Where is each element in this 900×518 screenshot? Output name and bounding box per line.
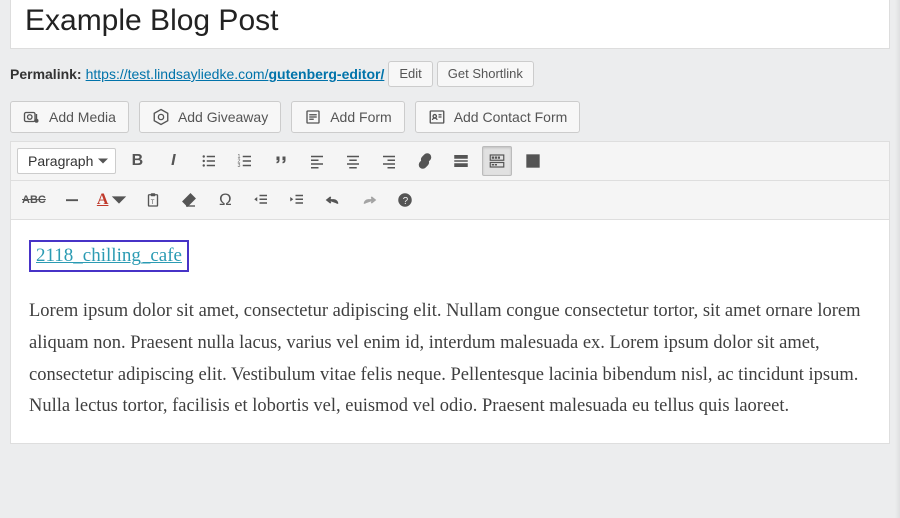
bold-button[interactable]: B xyxy=(122,146,152,176)
strikethrough-button[interactable]: ABC xyxy=(17,185,51,215)
blockquote-button[interactable] xyxy=(266,146,296,176)
undo-button[interactable] xyxy=(318,185,348,215)
add-giveaway-label: Add Giveaway xyxy=(178,109,268,125)
paste-text-button[interactable]: T xyxy=(138,185,168,215)
bullet-list-button[interactable] xyxy=(194,146,224,176)
toolbar-row-2: ABC A T Ω ? xyxy=(11,181,889,220)
permalink-base: https://test.lindsayliedke.com/ xyxy=(86,66,269,82)
align-right-button[interactable] xyxy=(374,146,404,176)
add-media-button[interactable]: Add Media xyxy=(10,101,129,133)
get-shortlink-button[interactable]: Get Shortlink xyxy=(437,61,534,87)
add-media-label: Add Media xyxy=(49,109,116,125)
post-title-field[interactable]: Example Blog Post xyxy=(10,0,890,49)
camera-music-icon xyxy=(23,108,41,126)
align-right-icon xyxy=(380,152,398,170)
link-button[interactable] xyxy=(410,146,440,176)
clipboard-icon: T xyxy=(144,191,162,209)
align-left-button[interactable] xyxy=(302,146,332,176)
permalink-label: Permalink: xyxy=(10,66,82,82)
number-list-button[interactable]: 123 xyxy=(230,146,260,176)
fullscreen-icon xyxy=(524,152,542,170)
bullet-list-icon xyxy=(200,152,218,170)
hr-icon xyxy=(63,191,81,209)
shortcode-link[interactable]: 2118_chilling_cafe xyxy=(36,245,182,266)
permalink-link[interactable]: https://test.lindsayliedke.com/gutenberg… xyxy=(86,66,385,82)
contact-form-icon xyxy=(428,108,446,126)
svg-text:?: ? xyxy=(403,196,409,207)
shortcode-highlight: 2118_chilling_cafe xyxy=(29,240,189,272)
svg-text:T: T xyxy=(151,200,155,206)
fullscreen-button[interactable] xyxy=(518,146,548,176)
toolbar-toggle-icon xyxy=(488,152,506,170)
link-icon xyxy=(416,152,434,170)
outdent-button[interactable] xyxy=(246,185,276,215)
add-contact-form-button[interactable]: Add Contact Form xyxy=(415,101,581,133)
eraser-icon xyxy=(180,191,198,209)
indent-button[interactable] xyxy=(282,185,312,215)
add-contact-form-label: Add Contact Form xyxy=(454,109,568,125)
number-list-icon: 123 xyxy=(236,152,254,170)
insert-more-button[interactable] xyxy=(446,146,476,176)
format-select[interactable]: Paragraph xyxy=(17,148,116,174)
add-form-label: Add Form xyxy=(330,109,391,125)
special-char-button[interactable]: Ω xyxy=(210,185,240,215)
svg-text:3: 3 xyxy=(238,163,241,169)
align-left-icon xyxy=(308,152,326,170)
align-center-button[interactable] xyxy=(338,146,368,176)
form-icon xyxy=(304,108,322,126)
toolbar-toggle-button[interactable] xyxy=(482,146,512,176)
redo-button[interactable] xyxy=(354,185,384,215)
permalink-slug: gutenberg-editor/ xyxy=(268,66,384,82)
align-center-icon xyxy=(344,152,362,170)
panel-edge xyxy=(895,0,900,518)
editor-wrap: Paragraph B I 123 ABC A T Ω ? 2118_chill… xyxy=(10,141,890,444)
format-select-value: Paragraph xyxy=(28,153,93,169)
add-form-button[interactable]: Add Form xyxy=(291,101,404,133)
outdent-icon xyxy=(252,191,270,209)
editor-content[interactable]: 2118_chilling_cafe Lorem ipsum dolor sit… xyxy=(11,220,889,443)
permalink-row: Permalink: https://test.lindsayliedke.co… xyxy=(10,61,890,87)
help-icon: ? xyxy=(396,191,414,209)
clear-format-button[interactable] xyxy=(174,185,204,215)
media-buttons-row: Add Media Add Giveaway Add Form Add Cont… xyxy=(10,101,890,133)
text-color-button[interactable]: A xyxy=(93,185,133,215)
toolbar-row-1: Paragraph B I 123 xyxy=(11,142,889,181)
giveaway-icon xyxy=(152,108,170,126)
add-giveaway-button[interactable]: Add Giveaway xyxy=(139,101,281,133)
more-tag-icon xyxy=(452,152,470,170)
edit-permalink-button[interactable]: Edit xyxy=(388,61,432,87)
post-title-text: Example Blog Post xyxy=(25,4,875,38)
italic-button[interactable]: I xyxy=(158,146,188,176)
quote-icon xyxy=(272,152,290,170)
indent-icon xyxy=(288,191,306,209)
hr-button[interactable] xyxy=(57,185,87,215)
undo-icon xyxy=(324,191,342,209)
body-paragraph: Lorem ipsum dolor sit amet, consectetur … xyxy=(29,296,871,423)
help-button[interactable]: ? xyxy=(390,185,420,215)
redo-icon xyxy=(360,191,378,209)
caret-down-icon xyxy=(110,191,128,209)
